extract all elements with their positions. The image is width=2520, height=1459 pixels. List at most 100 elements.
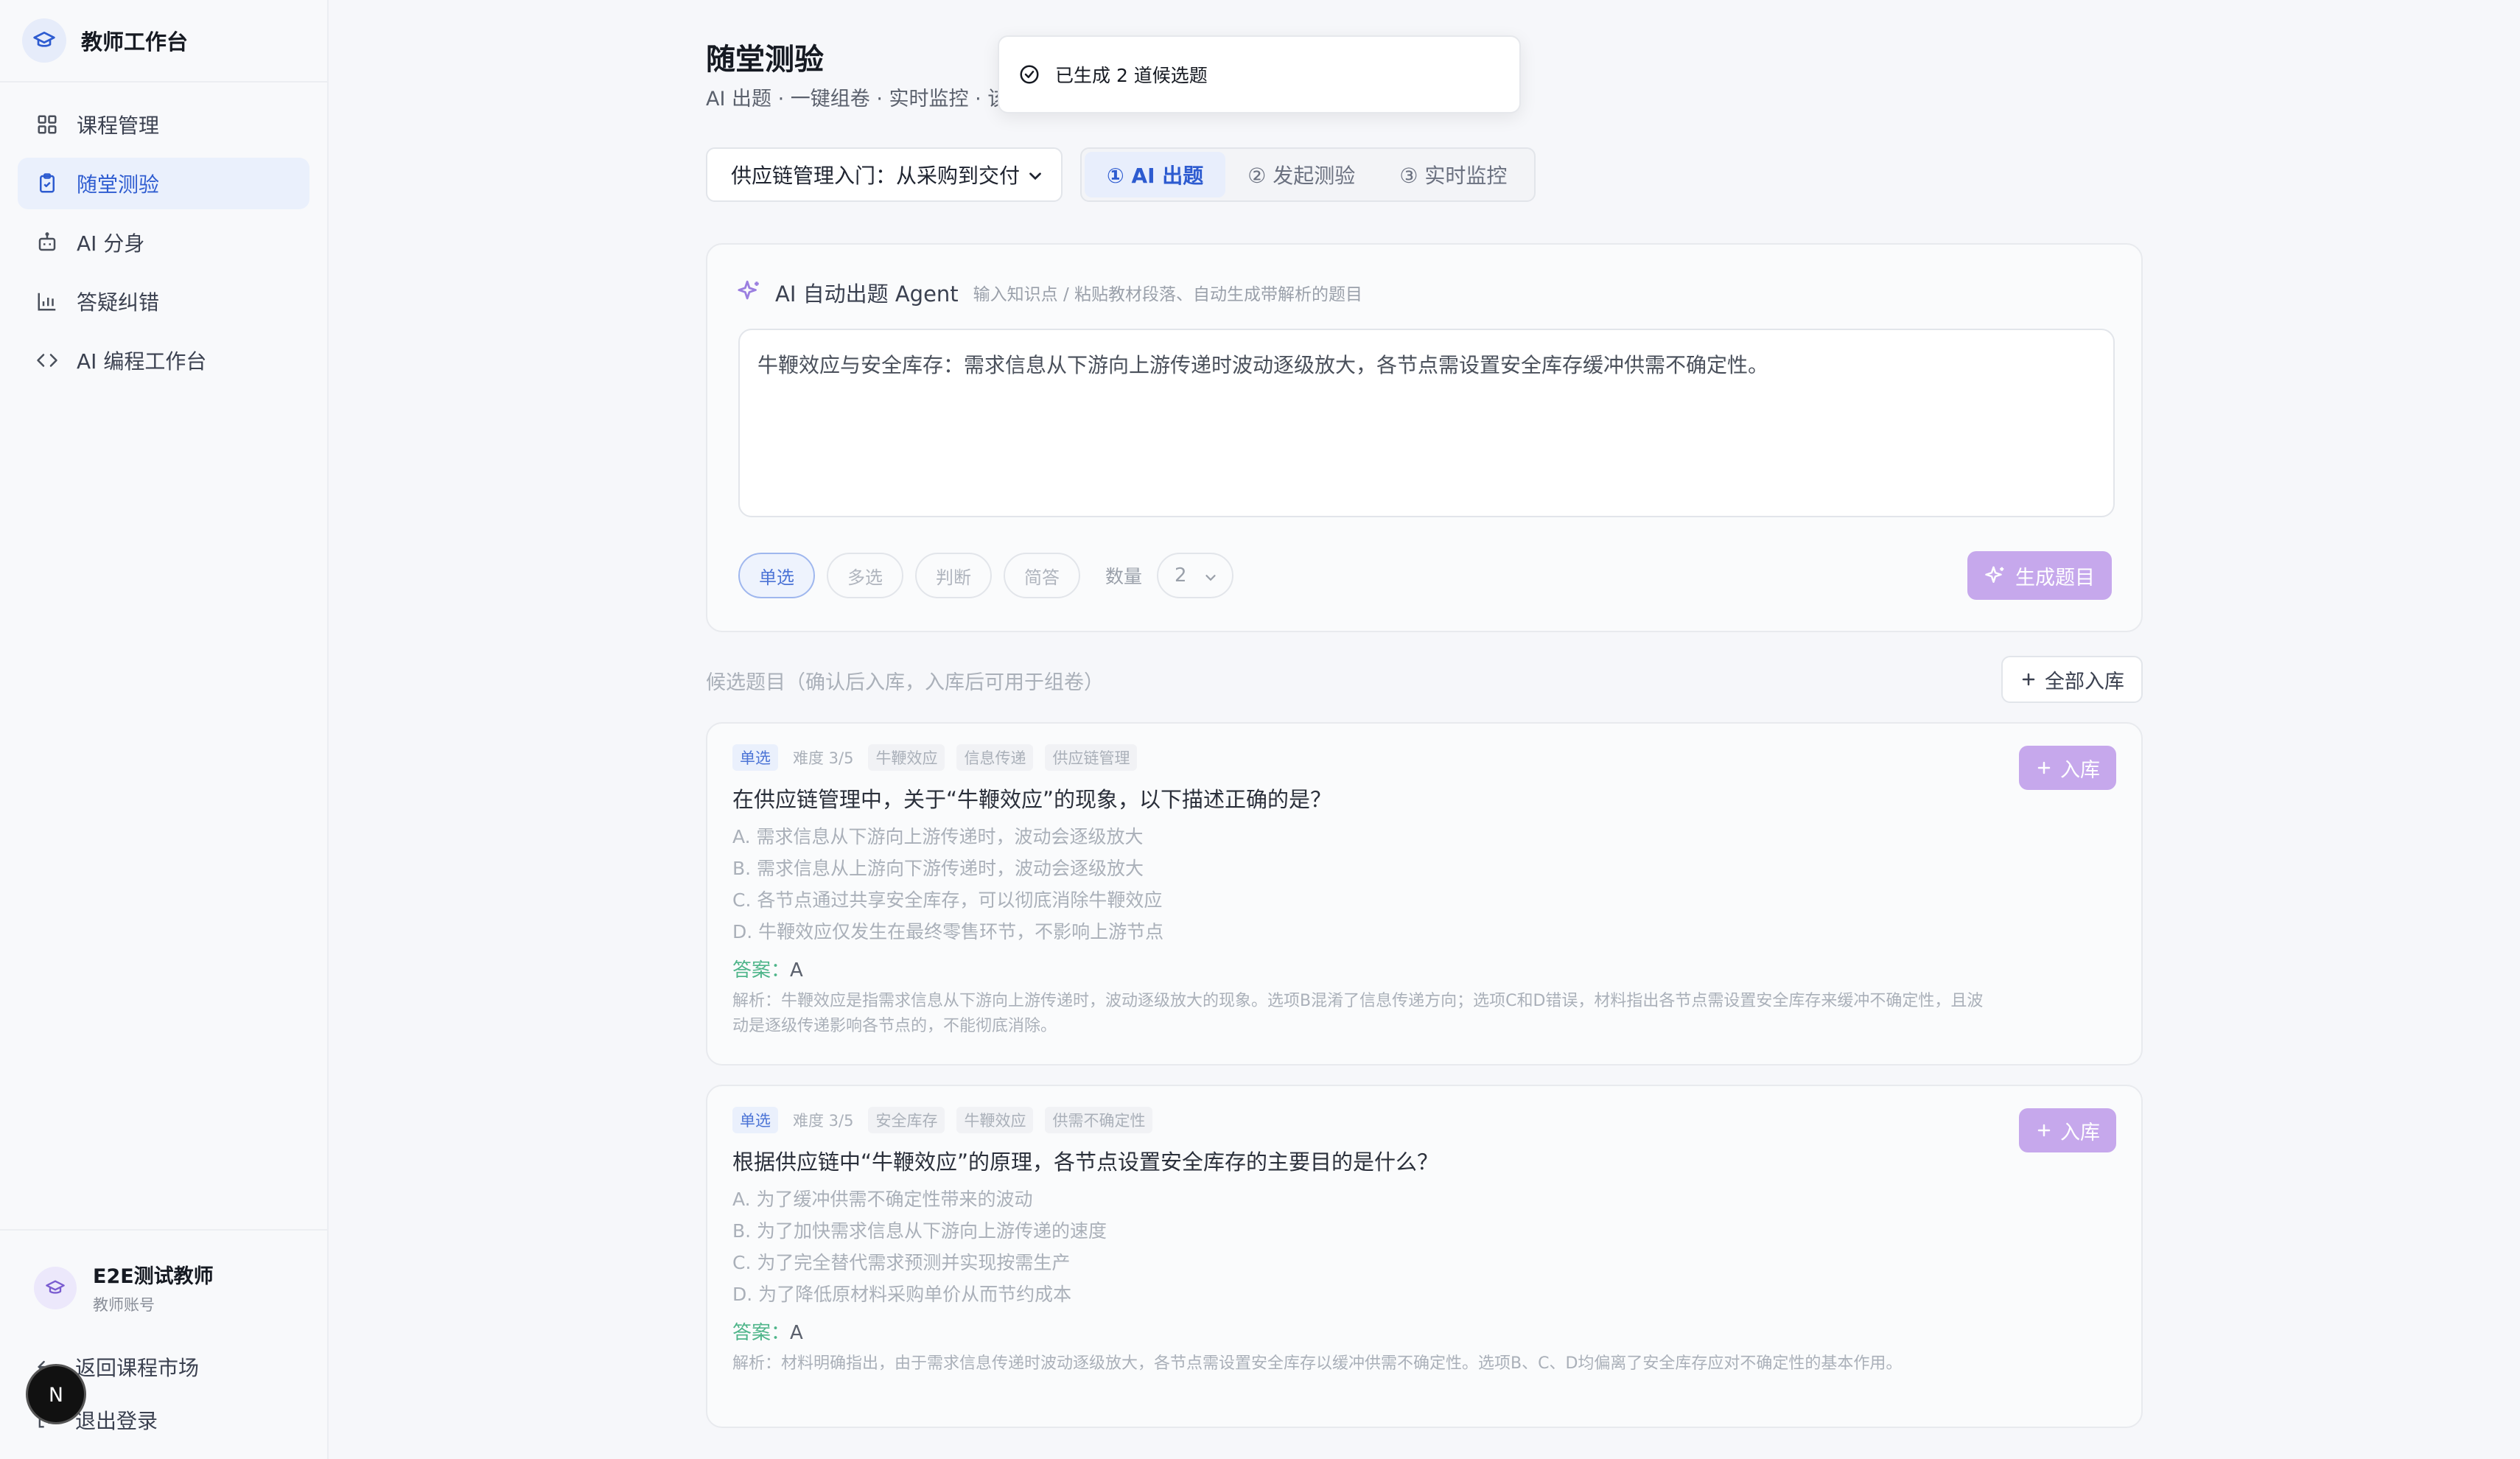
sidebar-item-label: AI 分身	[77, 231, 145, 256]
add-all-button[interactable]: 全部入库	[2001, 656, 2143, 703]
question-option: A. 需求信息从下游向上游传递时，波动会逐级放大	[732, 826, 1144, 847]
toast-text: 已生成 2 道候选题	[1055, 65, 1208, 86]
add-to-bank-button[interactable]: 入库	[2019, 746, 2116, 790]
graduation-cap-icon	[22, 18, 66, 63]
brand[interactable]: 教师工作台	[0, 0, 327, 83]
question-options: A. 需求信息从下游向上游传递时，波动会逐级放大 B. 需求信息从上游向下游传递…	[732, 821, 1163, 948]
plus-icon	[2035, 759, 2053, 777]
tab-ai-generate[interactable]: ① AI 出题	[1085, 152, 1226, 197]
question-option: C. 各节点通过共享安全库存，可以彻底消除牛鞭效应	[732, 889, 1163, 911]
knowledge-tag: 牛鞭效应	[956, 1107, 1034, 1133]
user-profile: E2E测试教师 教师账号	[0, 1231, 327, 1315]
ai-question-agent-panel: AI 自动出题 Agent 输入知识点 / 粘贴教材段落、自动生成带解析的题目 …	[706, 243, 2143, 632]
check-circle-icon	[1018, 63, 1040, 85]
question-options: A. 为了缓冲供需不确定性带来的波动 B. 为了加快需求信息从下游向上游传递的速…	[732, 1183, 1107, 1310]
n-logo-icon: N	[49, 1384, 63, 1407]
answer-value: A	[790, 959, 803, 982]
sidebar-item-qa[interactable]: 答疑纠错	[18, 276, 309, 327]
question-option: B. 为了加快需求信息从下游向上游传递的速度	[732, 1220, 1107, 1242]
knowledge-tag: 供应链管理	[1045, 744, 1138, 771]
logout-label: 退出登录	[75, 1409, 158, 1433]
user-role: 教师账号	[93, 1296, 155, 1314]
chevron-down-icon	[1203, 569, 1219, 591]
course-select[interactable]: 供应链管理入门：从采购到交付	[706, 147, 1063, 202]
knowledge-tag: 安全库存	[868, 1107, 945, 1133]
page-subtitle: AI 出题 · 一键组卷 · 实时监控 · 该	[706, 88, 1008, 111]
question-option: D. 牛鞭效应仅发生在最终零售环节，不影响上游节点	[732, 921, 1164, 942]
type-chip-judge[interactable]: 判断	[915, 553, 992, 598]
code-icon	[35, 349, 59, 372]
toast-notification: 已生成 2 道候选题	[998, 35, 1521, 113]
question-type-chips: 单选 多选 判断 简答 数量 2	[738, 553, 1234, 598]
question-title: 根据供应链中“牛鞭效应”的原理，各节点设置安全库存的主要目的是什么？	[732, 1150, 1439, 1175]
sidebar-nav: 课程管理 随堂测验 AI 分身 答疑纠错 AI 编程工作台	[0, 83, 327, 410]
grid-icon	[35, 113, 59, 136]
sparkle-icon	[737, 279, 762, 307]
generate-questions-button[interactable]: 生成题目	[1967, 551, 2112, 600]
question-tags: 单选 难度 3/5 安全库存 牛鞭效应 供需不确定性	[732, 1107, 1164, 1133]
type-badge: 单选	[732, 1107, 778, 1133]
type-badge: 单选	[732, 744, 778, 771]
sidebar-footer: E2E测试教师 教师账号 返回课程市场 退出登录	[0, 1229, 327, 1459]
agent-title: AI 自动出题 Agent	[775, 281, 959, 307]
tab-live-monitor[interactable]: ③ 实时监控	[1377, 152, 1529, 197]
add-to-bank-button[interactable]: 入库	[2019, 1108, 2116, 1152]
type-chip-short[interactable]: 简答	[1004, 553, 1080, 598]
sparkle-icon	[1984, 564, 2006, 587]
brand-name: 教师工作台	[81, 29, 189, 55]
sidebar-item-label: AI 编程工作台	[77, 349, 207, 374]
question-card: 单选 难度 3/5 牛鞭效应 信息传递 供应链管理 在供应链管理中，关于“牛鞭效…	[706, 722, 2143, 1066]
sidebar-item-label: 课程管理	[77, 113, 160, 138]
question-title: 在供应链管理中，关于“牛鞭效应”的现象，以下描述正确的是？	[732, 787, 1332, 812]
type-chip-single[interactable]: 单选	[738, 553, 815, 598]
question-explanation: 解析：牛鞭效应是指需求信息从下游向上游传递时，波动逐级放大的现象。选项B混淆了信…	[732, 992, 1984, 1035]
robot-icon	[35, 231, 59, 254]
avatar	[34, 1266, 77, 1309]
course-select-value: 供应链管理入门：从采购到交付	[731, 164, 1021, 188]
sidebar-item-label: 随堂测验	[77, 172, 160, 197]
svg-text:N: N	[49, 1384, 63, 1407]
quantity-select[interactable]: 2	[1157, 553, 1234, 598]
knowledge-tag: 牛鞭效应	[868, 744, 945, 771]
sidebar-item-quiz[interactable]: 随堂测验	[18, 158, 309, 209]
answer-label: 答案：	[732, 1322, 791, 1344]
graduation-cap-icon	[46, 1280, 65, 1294]
sidebar-item-ai-avatar[interactable]: AI 分身	[18, 217, 309, 268]
candidate-list-label: 候选题目（确认后入库，入库后可用于组卷）	[706, 671, 1104, 694]
knowledge-tag: 信息传递	[956, 744, 1034, 771]
sidebar: 教师工作台 课程管理 随堂测验 AI 分身 答疑纠错 AI 编程工作台 E2E测…	[0, 0, 329, 1459]
step-tabs: ① AI 出题 ② 发起测验 ③ 实时监控	[1080, 147, 1536, 202]
plus-icon	[2020, 671, 2037, 688]
question-answer: 答案：A	[732, 955, 803, 982]
sidebar-item-course-management[interactable]: 课程管理	[18, 99, 309, 150]
sidebar-item-ai-coding[interactable]: AI 编程工作台	[18, 335, 309, 386]
plus-icon	[2035, 1122, 2053, 1139]
answer-value: A	[790, 1322, 803, 1344]
add-to-bank-label: 入库	[2060, 758, 2100, 782]
tab-start-quiz[interactable]: ② 发起测验	[1225, 152, 1377, 197]
question-tags: 单选 难度 3/5 牛鞭效应 信息传递 供应链管理	[732, 744, 1149, 771]
clipboard-icon	[35, 172, 59, 195]
bar-chart-icon	[35, 290, 59, 313]
type-chip-multiple[interactable]: 多选	[827, 553, 903, 598]
difficulty-badge: 难度 3/5	[793, 1112, 854, 1130]
knowledge-input[interactable]: 牛鞭效应与安全库存：需求信息从下游向上游传递时波动逐级放大，各节点需设置安全库存…	[738, 329, 2115, 517]
chevron-down-icon	[1026, 167, 1045, 191]
question-option: C. 为了完全替代需求预测并实现按需生产	[732, 1252, 1071, 1273]
question-answer: 答案：A	[732, 1318, 803, 1345]
sidebar-item-label: 答疑纠错	[77, 290, 160, 315]
generate-label: 生成题目	[2015, 566, 2095, 589]
question-option: B. 需求信息从上游向下游传递时，波动会逐级放大	[732, 858, 1144, 879]
difficulty-badge: 难度 3/5	[793, 749, 854, 767]
answer-label: 答案：	[732, 959, 791, 982]
page-title: 随堂测验	[706, 43, 824, 77]
question-option: D. 为了降低原材料采购单价从而节约成本	[732, 1284, 1072, 1305]
knowledge-tag: 供需不确定性	[1045, 1107, 1153, 1133]
user-name: E2E测试教师	[93, 1265, 214, 1288]
quantity-value: 2	[1175, 564, 1187, 587]
question-explanation: 解析：材料明确指出，由于需求信息传递时波动逐级放大，各节点需设置安全库存以缓冲供…	[732, 1354, 1903, 1373]
n-badge-button[interactable]: N	[28, 1366, 84, 1422]
question-option: A. 为了缓冲供需不确定性带来的波动	[732, 1189, 1033, 1210]
add-all-label: 全部入库	[2045, 670, 2124, 693]
back-to-market-label: 返回课程市场	[75, 1356, 200, 1380]
